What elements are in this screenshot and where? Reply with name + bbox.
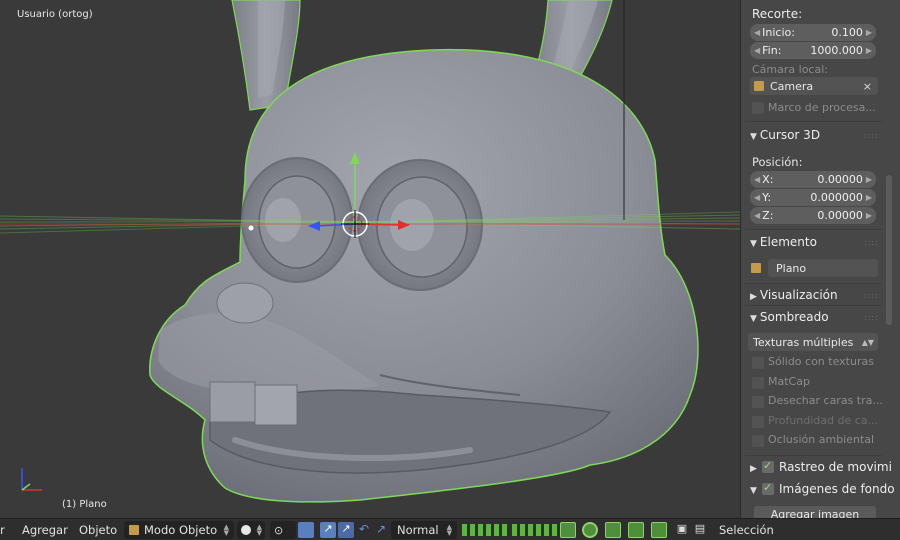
motion-tracking-label: Rastreo de movimi	[779, 460, 892, 474]
ambient-occlusion-checkbox[interactable]	[752, 435, 764, 447]
rotate-icon[interactable]: ↗	[338, 522, 354, 538]
add-menu[interactable]: Agregar	[22, 523, 68, 537]
render-border-label: Marco de procesa...	[768, 101, 876, 114]
lock-icon[interactable]	[560, 522, 576, 538]
tooth-left	[209, 381, 256, 423]
drag-grip-icon[interactable]: ::::	[864, 131, 879, 140]
increment-arrow-icon[interactable]: ▶	[866, 193, 872, 202]
clapboard-icon[interactable]: ▤	[692, 522, 708, 538]
item-panel-header[interactable]: ▼ Elemento	[750, 235, 817, 249]
clip-end-field[interactable]: ◀ Fin: 1000.000 ▶	[750, 42, 876, 59]
clear-icon[interactable]: ×	[863, 80, 878, 93]
transform-orientation-icon[interactable]: ↗	[373, 522, 389, 538]
matcap-checkbox[interactable]	[752, 377, 764, 389]
viewport-shading-dropdown[interactable]: ▲ ▼	[237, 521, 265, 539]
depth-of-field-label: Profundidad de ca...	[768, 414, 879, 427]
scale-icon[interactable]: ↶	[356, 522, 372, 538]
dropdown-arrows-icon: ▲▼	[446, 523, 452, 537]
selection-label[interactable]: Selección	[719, 523, 774, 537]
dropdown-arrows-icon: ▲▼	[223, 523, 229, 537]
shading-mode-dropdown[interactable]: Texturas múltiples ▲▼	[748, 333, 878, 351]
snap-target-icon[interactable]	[628, 522, 644, 538]
expanded-triangle-icon: ▼	[750, 314, 757, 324]
layers-group-1[interactable]	[461, 523, 508, 537]
nose	[216, 282, 274, 324]
camera-object-icon	[754, 81, 764, 91]
render-icon[interactable]	[651, 522, 667, 538]
clip-start-field[interactable]: ◀ Inicio: 0.100 ▶	[750, 24, 876, 41]
tooth-right	[254, 384, 298, 426]
expanded-triangle-icon: ▼	[750, 132, 757, 142]
position-label: Posición:	[752, 155, 803, 169]
snap-icon[interactable]	[582, 522, 598, 538]
object-name-field[interactable]: Plano	[768, 259, 878, 277]
add-image-button[interactable]: Agregar imagen	[754, 506, 876, 518]
local-camera-field[interactable]: Camera ×	[750, 77, 878, 95]
depth-of-field-checkbox[interactable]	[752, 416, 764, 428]
background-images-checkbox[interactable]	[762, 481, 774, 495]
backface-culling-label: Desechar caras tra...	[768, 394, 883, 407]
expanded-triangle-icon: ▼	[750, 239, 757, 249]
local-camera-label: Cámara local:	[752, 63, 828, 76]
cursor-x-field[interactable]: ◀ X: 0.00000 ▶	[750, 171, 876, 188]
motion-tracking-checkbox[interactable]	[762, 459, 774, 473]
drag-grip-icon[interactable]: ::::	[864, 291, 879, 300]
expanded-triangle-icon: ▼	[750, 486, 757, 496]
motion-tracking-header[interactable]: ▶	[750, 460, 760, 474]
translate-icon[interactable]: ↗	[320, 522, 336, 538]
proportional-icon[interactable]	[605, 522, 621, 538]
mode-cube-icon	[129, 525, 139, 535]
object-menu[interactable]: Objeto	[79, 523, 117, 537]
matcap-label: MatCap	[768, 375, 810, 388]
textured-solid-checkbox[interactable]	[752, 357, 764, 369]
pivot-icon: ⊙	[274, 524, 284, 537]
cursor3d-panel-header[interactable]: ▼ Cursor 3D	[750, 128, 820, 142]
shading-panel-header[interactable]: ▼ Sombreado	[750, 310, 829, 324]
3d-viewport[interactable]: Usuario (ortog) (1) Plano	[0, 0, 740, 518]
display-panel-header[interactable]: ▶ Visualización	[750, 288, 838, 302]
increment-arrow-icon[interactable]: ▶	[866, 46, 872, 55]
cursor-y-field[interactable]: ◀ Y: 0.000000 ▶	[750, 189, 876, 206]
background-images-header[interactable]: ▼	[750, 482, 760, 496]
bunny-model[interactable]	[0, 0, 740, 518]
collapsed-triangle-icon: ▶	[750, 464, 757, 474]
render-border-checkbox[interactable]	[752, 102, 764, 114]
ambient-occlusion-label: Oclusión ambiental	[768, 433, 875, 446]
object-cube-icon	[751, 263, 761, 273]
manipulator-icon[interactable]	[298, 522, 314, 538]
collapsed-triangle-icon: ▶	[750, 292, 757, 302]
transform-orientation-dropdown[interactable]: Normal ▲ ▼	[391, 521, 457, 539]
cursor-z-field[interactable]: ◀ Z: 0.00000 ▶	[750, 207, 876, 224]
increment-arrow-icon[interactable]: ▶	[866, 211, 872, 220]
panel-scrollbar[interactable]	[886, 175, 892, 325]
increment-arrow-icon[interactable]: ▶	[866, 28, 872, 37]
view-menu-partial[interactable]: r	[0, 523, 5, 537]
viewport-header: r Agregar Objeto Modo Objeto ▲ ▼ ▲ ▼ ⊙ ↗ ↗…	[0, 518, 900, 540]
view-label: Usuario (ortog)	[17, 9, 93, 20]
recorte-title: Recorte:	[752, 7, 803, 21]
shading-sphere-icon	[241, 525, 251, 535]
camera-icon[interactable]: ▣	[674, 522, 690, 538]
drag-grip-icon[interactable]: ::::	[864, 313, 879, 322]
axes-gizmo-icon	[21, 468, 42, 491]
active-object-label: (1) Plano	[62, 499, 107, 510]
background-images-label: Imágenes de fondo	[779, 482, 895, 496]
drag-grip-icon[interactable]: ::::	[864, 238, 879, 247]
pivot-point-dropdown[interactable]: ⊙	[270, 521, 296, 539]
layers-group-2[interactable]	[511, 523, 558, 537]
mode-dropdown[interactable]: Modo Objeto ▲ ▼	[124, 521, 234, 539]
dropdown-arrows-icon: ▲▼	[861, 337, 874, 347]
backface-culling-checkbox[interactable]	[752, 396, 764, 408]
increment-arrow-icon[interactable]: ▶	[866, 175, 872, 184]
textured-solid-label: Sólido con texturas	[768, 355, 874, 368]
